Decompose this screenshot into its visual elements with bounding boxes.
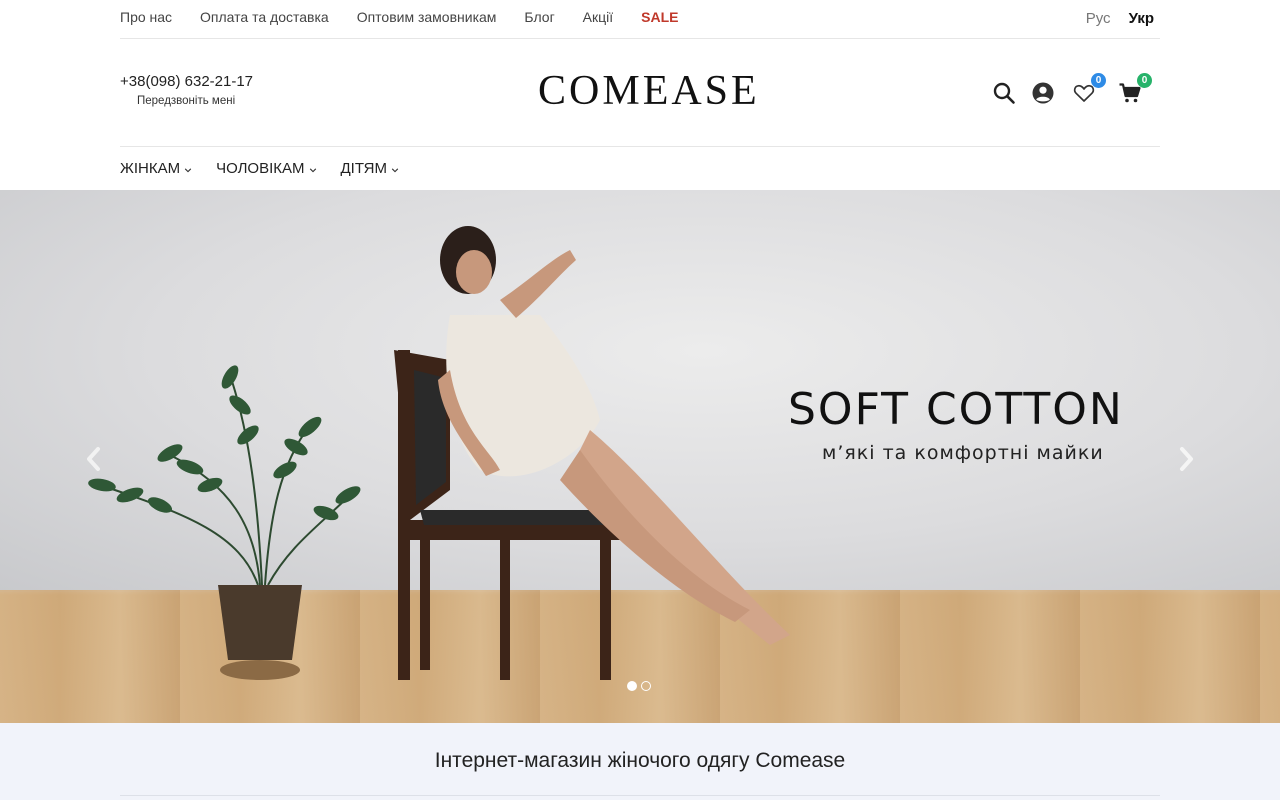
hero-slider[interactable]: SOFT COTTON м’які та комфортні майки bbox=[0, 190, 1280, 723]
intro-heading: Інтернет-магазин жіночого одягу Comease bbox=[434, 749, 846, 772]
hero-title: SOFT COTTON bbox=[788, 384, 1124, 435]
category-kids[interactable]: ДІТЯМ bbox=[341, 160, 400, 177]
chevron-down-icon bbox=[184, 167, 192, 172]
top-nav-about[interactable]: Про нас bbox=[120, 9, 172, 25]
chevron-right-icon bbox=[1180, 447, 1193, 471]
category-men[interactable]: ЧОЛОВІКАМ bbox=[216, 160, 316, 177]
language-switcher: Рус Укр bbox=[1086, 10, 1154, 27]
intro-section: Інтернет-магазин жіночого одягу Comease bbox=[0, 723, 1280, 800]
cart-count-badge: 0 bbox=[1137, 73, 1152, 88]
chevron-left-icon bbox=[87, 447, 100, 471]
top-nav-payment-delivery[interactable]: Оплата та доставка bbox=[200, 9, 329, 25]
callback-link[interactable]: Передзвоніть мені bbox=[137, 95, 235, 107]
category-men-label: ЧОЛОВІКАМ bbox=[216, 160, 305, 177]
top-bar: Про нас Оплата та доставка Оптовим замов… bbox=[120, 0, 1160, 39]
phone-number[interactable]: +38(098) 632-21-17 bbox=[120, 73, 253, 90]
slider-dot-2[interactable] bbox=[641, 681, 651, 691]
chevron-down-icon bbox=[391, 167, 399, 172]
top-nav-sale[interactable]: SALE bbox=[641, 9, 678, 25]
cart-button[interactable]: 0 bbox=[1118, 73, 1152, 105]
lang-ru[interactable]: Рус bbox=[1086, 10, 1111, 27]
chevron-down-icon bbox=[309, 167, 316, 172]
slider-dots bbox=[627, 681, 651, 691]
wishlist-button[interactable]: 0 bbox=[1072, 73, 1106, 105]
search-button[interactable] bbox=[992, 81, 1016, 105]
category-menu: ЖІНКАМ ЧОЛОВІКАМ ДІТЯМ bbox=[120, 147, 1160, 190]
category-women-label: ЖІНКАМ bbox=[120, 160, 181, 177]
top-nav-promotions[interactable]: Акції bbox=[583, 9, 613, 25]
intro-divider bbox=[120, 795, 1160, 796]
slider-next-button[interactable] bbox=[1174, 444, 1198, 474]
top-nav: Про нас Оплата та доставка Оптовим замов… bbox=[120, 9, 707, 25]
top-nav-blog[interactable]: Блог bbox=[524, 9, 554, 25]
wishlist-count-badge: 0 bbox=[1091, 73, 1106, 88]
account-button[interactable] bbox=[1031, 81, 1055, 105]
search-icon bbox=[993, 82, 1015, 104]
hero-subtitle: м’які та комфортні майки bbox=[822, 442, 1104, 464]
user-icon bbox=[1032, 82, 1054, 104]
logo[interactable]: COMEASE bbox=[538, 67, 760, 115]
slider-dot-1[interactable] bbox=[627, 681, 637, 691]
slider-prev-button[interactable] bbox=[82, 444, 106, 474]
plant-image bbox=[88, 365, 361, 680]
category-women[interactable]: ЖІНКАМ bbox=[120, 160, 192, 177]
lang-uk[interactable]: Укр bbox=[1129, 10, 1154, 27]
top-nav-wholesale[interactable]: Оптовим замовникам bbox=[357, 9, 497, 25]
model-image bbox=[394, 226, 790, 680]
header: +38(098) 632-21-17 Передзвоніть мені COM… bbox=[120, 39, 1160, 147]
category-kids-label: ДІТЯМ bbox=[340, 160, 388, 177]
